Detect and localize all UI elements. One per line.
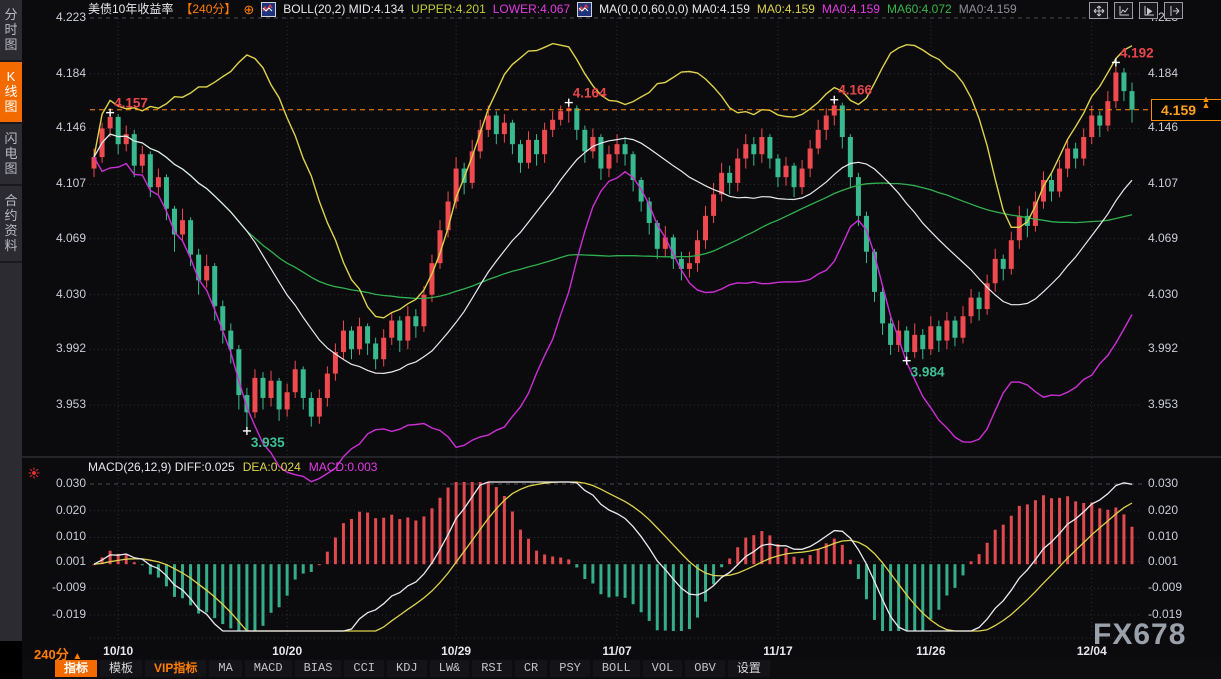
- annotation-label: 4.166: [838, 83, 872, 98]
- chart-canvas[interactable]: 4.157 3.935 4.164 4.166 3.984 4.192: [22, 0, 1221, 641]
- chart-mini-icon: [261, 2, 276, 17]
- annotation-label: 4.164: [573, 86, 607, 101]
- circle-plus-icon[interactable]: ⊕: [243, 3, 254, 16]
- toolbar-button-KDJ[interactable]: KDJ: [387, 660, 427, 677]
- toolbar-button-VIP指标[interactable]: VIP指标: [145, 660, 206, 677]
- sidebar-tab-合约资料[interactable]: 合约资料: [0, 186, 22, 263]
- header-segment: MA0:4.159: [822, 0, 880, 19]
- date-tick-label: 11/26: [916, 644, 945, 658]
- axis-tick-label: 3.992: [1148, 341, 1178, 355]
- header-segment: BOLL(20,2) MID:4.134: [283, 0, 404, 19]
- axis-tick-label: 0.030: [36, 476, 86, 490]
- axis-tick-label: -0.009: [1148, 580, 1182, 594]
- sidebar-bottom-filler: [0, 641, 22, 679]
- axis-tick-label: -0.009: [36, 580, 86, 594]
- toolbar-button-模板[interactable]: 模板: [100, 660, 142, 677]
- chart-application: 分时图K线图闪电图合约资料 4.1573.9354.1644.1663.9844…: [0, 0, 1221, 679]
- axis-tick-label: 4.030: [36, 287, 86, 301]
- axis-tick-label: 0.020: [1148, 503, 1178, 517]
- sidebar-tab-分时图[interactable]: 分时图: [0, 0, 22, 62]
- header-segment: LOWER:4.067: [493, 0, 570, 19]
- toolbar-button-OBV[interactable]: OBV: [685, 660, 725, 677]
- date-tick-label: 11/07: [602, 644, 631, 658]
- macd-legend-segment: DEA:0.024: [243, 460, 301, 474]
- toolbar-button-VOL[interactable]: VOL: [643, 660, 683, 677]
- macd-legend-segment: MACD(26,12,9) DIFF:0.025: [88, 460, 235, 474]
- price-alert-arrows-icon: ▲▲: [1200, 96, 1212, 108]
- toolbar-button-CR[interactable]: CR: [515, 660, 547, 677]
- diff-line: [94, 482, 1132, 631]
- toolbar-button-MA[interactable]: MA: [209, 660, 241, 677]
- axis-tick-label: 3.953: [1148, 397, 1178, 411]
- axis-tick-label: 0.010: [1148, 529, 1178, 543]
- axis-tick-label: 4.069: [36, 231, 86, 245]
- axis-tick-label: 0.001: [1148, 554, 1178, 568]
- toolbar-button-RSI[interactable]: RSI: [472, 660, 512, 677]
- header-segment: 美债10年收益率: [88, 0, 173, 19]
- toolbar-button-设置[interactable]: 设置: [728, 660, 770, 677]
- axis-tick-label: 3.992: [36, 341, 86, 355]
- boll-mid-line: [94, 134, 1132, 373]
- chart-tools: [1089, 2, 1183, 19]
- date-tick-label: 10/29: [441, 644, 471, 658]
- axis-tick-label: 4.223: [36, 10, 86, 24]
- header-segment: MA0:4.159: [757, 0, 815, 19]
- toolbar-button-PSY[interactable]: PSY: [550, 660, 590, 677]
- macd-legend-segment: MACD:0.003: [309, 460, 378, 474]
- toolbar-button-LW&[interactable]: LW&: [430, 660, 470, 677]
- annotation-label: 3.935: [251, 435, 285, 450]
- macd-pane: [93, 482, 1134, 631]
- crosshair-tool-icon[interactable]: [1089, 2, 1108, 19]
- sidebar: 分时图K线图闪电图合约资料: [0, 0, 22, 641]
- macd-legend: MACD(26,12,9) DIFF:0.025 DEA:0.024 MACD:0.…: [88, 460, 377, 474]
- axis-tick-label: 4.146: [36, 120, 86, 134]
- axis-tick-label: 0.030: [1148, 476, 1178, 490]
- indicator-header: 美债10年收益率【240分】 ⊕ BOLL(20,2) MID:4.134 UPPER…: [88, 0, 1017, 19]
- axis-tick-label: 4.184: [1148, 66, 1178, 80]
- annotation-label: 4.192: [1120, 45, 1154, 60]
- axis-tick-label: 4.030: [1148, 287, 1178, 301]
- axis-tick-label: 0.001: [36, 554, 86, 568]
- header-segment: 【240分】: [180, 0, 236, 19]
- ma60-line: [94, 134, 1132, 298]
- axis-tick-label: 0.010: [36, 529, 86, 543]
- axis-tick-label: 4.184: [36, 66, 86, 80]
- toolbar-button-BIAS[interactable]: BIAS: [295, 660, 342, 677]
- annotation-label: 3.984: [911, 365, 945, 380]
- date-tick-label: 10/10: [103, 644, 133, 658]
- gridlines: [22, 18, 1221, 638]
- sidebar-tab-闪电图[interactable]: 闪电图: [0, 124, 22, 186]
- collapse-right-tool-icon[interactable]: [1164, 2, 1183, 19]
- toolbar-button-指标[interactable]: 指标: [55, 660, 97, 677]
- header-segment: MA60:4.072: [887, 0, 952, 19]
- axis-chart-tool-icon[interactable]: [1114, 2, 1133, 19]
- watermark: FX678: [1093, 618, 1186, 652]
- date-tick-label: 10/20: [272, 644, 302, 658]
- toolbar-button-BOLL[interactable]: BOLL: [593, 660, 640, 677]
- sidebar-tab-K线图[interactable]: K线图: [0, 62, 22, 124]
- toolbar-button-MACD[interactable]: MACD: [245, 660, 292, 677]
- toolbar-button-CCI[interactable]: CCI: [344, 660, 384, 677]
- axis-tick-label: 4.107: [1148, 176, 1178, 190]
- chart-play-tool-icon[interactable]: [1139, 2, 1158, 19]
- date-tick-label: 11/17: [763, 644, 792, 658]
- axis-tick-label: 3.953: [36, 397, 86, 411]
- annotation-label: 4.157: [114, 96, 148, 111]
- indicator-toolbar: 指标模板VIP指标MAMACDBIASCCIKDJLW&RSICRPSYBOLL…: [55, 660, 770, 679]
- dea-line: [94, 482, 1132, 631]
- axis-tick-label: 4.107: [36, 176, 86, 190]
- axis-tick-label: -0.019: [36, 607, 86, 621]
- header-segment: MA0:4.159: [959, 0, 1017, 19]
- header-segment: UPPER:4.201: [411, 0, 486, 19]
- header-segment: MA(0,0,0,60,0,0) MA0:4.159: [599, 0, 750, 19]
- axis-tick-label: 4.146: [1148, 120, 1178, 134]
- boll-upper-line: [94, 44, 1132, 318]
- chart-mini-icon: [577, 2, 592, 17]
- axis-tick-label: 4.069: [1148, 231, 1178, 245]
- axis-tick-label: 0.020: [36, 503, 86, 517]
